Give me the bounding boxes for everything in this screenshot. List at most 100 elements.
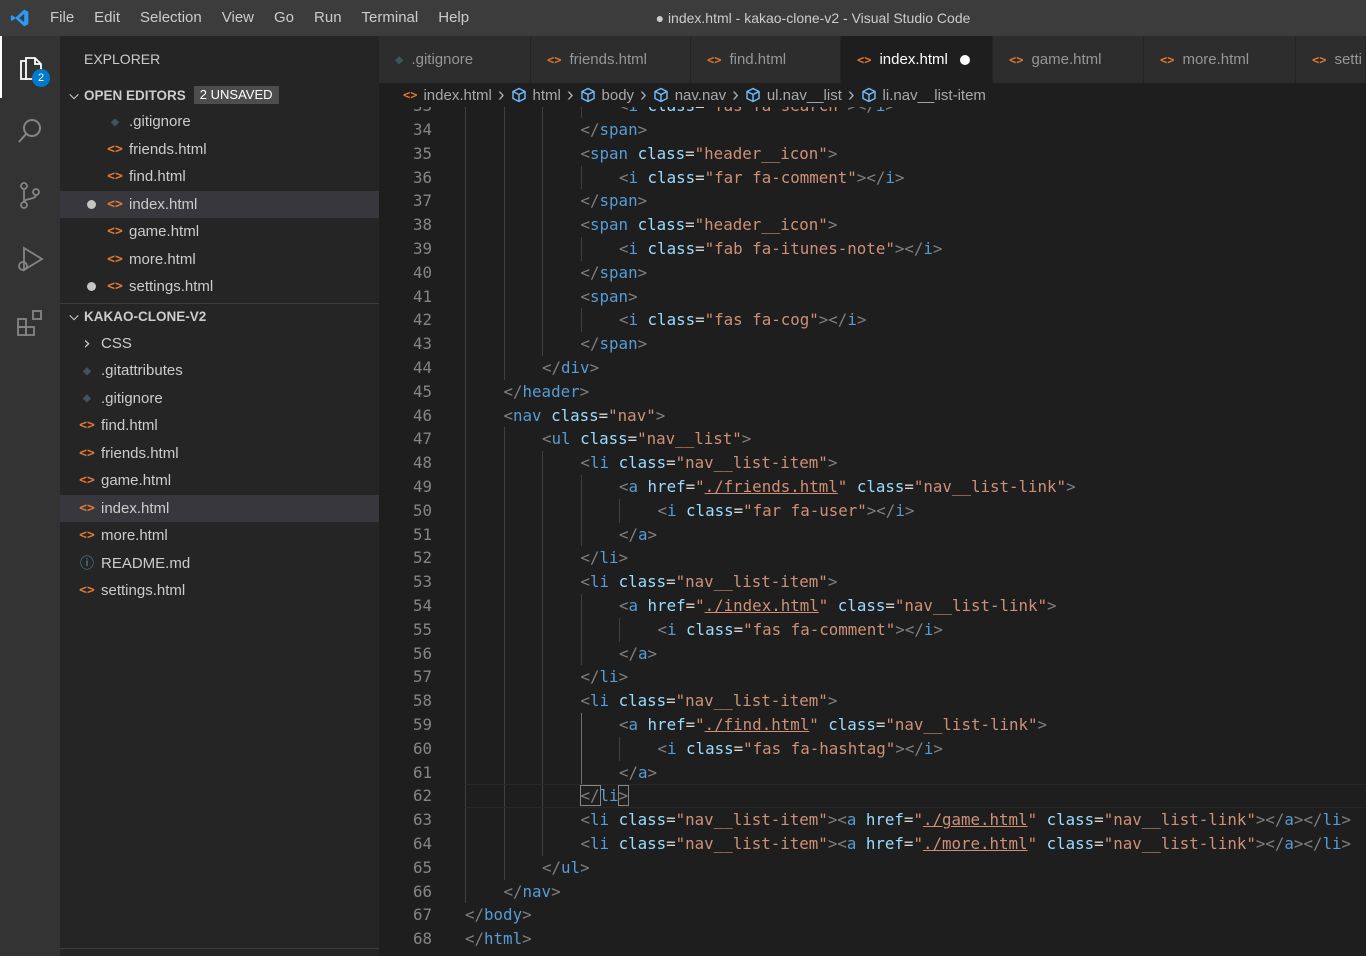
code-line[interactable]: 55 <i class="fas fa-comment"></i> bbox=[379, 618, 1366, 642]
menu-item-go[interactable]: Go bbox=[264, 0, 304, 36]
run-debug-icon[interactable] bbox=[0, 228, 60, 290]
vscode-logo-icon[interactable] bbox=[0, 0, 40, 36]
code-line[interactable]: 48 <li class="nav__list-item"> bbox=[379, 451, 1366, 475]
code-line[interactable]: 52 </li> bbox=[379, 546, 1366, 570]
open-editor-item[interactable]: <> settings.html bbox=[60, 273, 379, 301]
menu-item-run[interactable]: Run bbox=[304, 0, 352, 36]
project-header[interactable]: ⌵ KAKAO-CLONE-V2 bbox=[60, 304, 379, 330]
menu-item-file[interactable]: File bbox=[40, 0, 84, 36]
breadcrumb-item[interactable]: html › bbox=[511, 84, 580, 107]
search-icon[interactable] bbox=[0, 100, 60, 162]
tab--gitignore[interactable]: ◆ .gitignore bbox=[379, 36, 531, 83]
breadcrumb-item[interactable]: <> index.html › bbox=[403, 84, 511, 107]
code-line[interactable]: 65 </ul> bbox=[379, 856, 1366, 880]
menu-item-help[interactable]: Help bbox=[428, 0, 479, 36]
tab-game-html[interactable]: <> game.html bbox=[993, 36, 1144, 83]
code-line[interactable]: 61 </a> bbox=[379, 761, 1366, 785]
open-editor-item[interactable]: <> index.html bbox=[60, 190, 379, 218]
file-item[interactable]: <> game.html bbox=[60, 467, 379, 495]
breadcrumb-label: index.html bbox=[423, 86, 492, 104]
code-line[interactable]: 58 <li class="nav__list-item"> bbox=[379, 689, 1366, 713]
open-editor-item[interactable]: <> friends.html bbox=[60, 136, 379, 164]
tab-index-html[interactable]: <> index.html bbox=[841, 36, 993, 83]
code-line[interactable]: 36 <i class="far fa-comment"></i> bbox=[379, 166, 1366, 190]
breadcrumb-item[interactable]: ul.nav__list › bbox=[745, 84, 861, 107]
open-editor-item[interactable]: ◆ .gitignore bbox=[60, 108, 379, 136]
code-line[interactable]: 45 </header> bbox=[379, 380, 1366, 404]
code-line[interactable]: 51 </a> bbox=[379, 523, 1366, 547]
file-item[interactable]: <> settings.html bbox=[60, 577, 379, 605]
unsaved-dot-icon bbox=[87, 199, 96, 209]
code-line[interactable]: 37 </span> bbox=[379, 189, 1366, 213]
code-line[interactable]: 50 <i class="far fa-user"></i> bbox=[379, 499, 1366, 523]
chevron-right-icon: › bbox=[640, 83, 647, 106]
open-editors-header[interactable]: ⌵ OPEN EDITORS 2 UNSAVED bbox=[60, 82, 379, 108]
folder-item[interactable]: › CSS bbox=[60, 330, 379, 358]
open-editor-item[interactable]: <> game.html bbox=[60, 218, 379, 246]
code-line[interactable]: 41 <span> bbox=[379, 285, 1366, 309]
menu-item-terminal[interactable]: Terminal bbox=[352, 0, 429, 36]
source-control-icon[interactable] bbox=[0, 164, 60, 226]
line-number: 39 bbox=[412, 239, 432, 258]
code-line[interactable]: 39 <i class="fab fa-itunes-note"></i> bbox=[379, 237, 1366, 261]
code-line[interactable]: 54 <a href="./index.html" class="nav__lis… bbox=[379, 594, 1366, 618]
file-item[interactable]: ◆ .gitignore bbox=[60, 385, 379, 413]
code-line[interactable]: 40 </span> bbox=[379, 261, 1366, 285]
file-item[interactable]: ◆ .gitattributes bbox=[60, 357, 379, 385]
tab-find-html[interactable]: <> find.html bbox=[691, 36, 841, 83]
file-name: index.html bbox=[101, 499, 170, 517]
line-number: 65 bbox=[412, 857, 432, 877]
menu-item-edit[interactable]: Edit bbox=[84, 0, 130, 36]
tab-setti[interactable]: <> setti bbox=[1296, 36, 1366, 83]
breadcrumb-item[interactable]: body › bbox=[580, 84, 653, 107]
code-line[interactable]: 34 </span> bbox=[379, 118, 1366, 142]
file-item[interactable]: <> friends.html bbox=[60, 440, 379, 468]
line-number: 60 bbox=[412, 738, 432, 758]
file-item[interactable]: <> more.html bbox=[60, 522, 379, 550]
breadcrumb-item[interactable]: nav.nav › bbox=[653, 84, 745, 107]
code-text: </li> bbox=[580, 667, 629, 687]
menu-item-view[interactable]: View bbox=[212, 0, 264, 36]
file-item[interactable]: ⓘ README.md bbox=[60, 550, 379, 578]
tab-more-html[interactable]: <> more.html bbox=[1144, 36, 1296, 83]
project-file-list: › CSS ◆ .gitattributes ◆ .gitignore <> find.htm… bbox=[60, 330, 379, 605]
code-editor[interactable]: 33 <i class="fas fa-search"></i> 34 </span>… bbox=[379, 107, 1366, 956]
code-line[interactable]: 53 <li class="nav__list-item"> bbox=[379, 570, 1366, 594]
code-line[interactable]: 43 </span> bbox=[379, 332, 1366, 356]
line-number: 53 bbox=[412, 572, 432, 592]
code-line[interactable]: 38 <span class="header__icon"> bbox=[379, 213, 1366, 237]
file-name: settings.html bbox=[101, 582, 186, 600]
explorer-icon[interactable]: 2 bbox=[0, 36, 60, 98]
code-line[interactable]: 57 </li> bbox=[379, 665, 1366, 689]
code-line[interactable]: 59 <a href="./find.html" class="nav__list… bbox=[379, 713, 1366, 737]
code-line[interactable]: 64 <li class="nav__list-item"><a href="./… bbox=[379, 832, 1366, 856]
code-line[interactable]: 46 <nav class="nav"> bbox=[379, 404, 1366, 428]
code-line[interactable]: 62 </li> bbox=[379, 784, 1366, 808]
code-line[interactable]: 56 </a> bbox=[379, 642, 1366, 666]
code-text: </span> bbox=[580, 262, 648, 282]
code-line[interactable]: 60 <i class="fas fa-hashtag"></i> bbox=[379, 737, 1366, 761]
code-line[interactable]: 42 <i class="fas fa-cog"></i> bbox=[379, 308, 1366, 332]
open-editors-label: OPEN EDITORS bbox=[84, 87, 186, 103]
menu-item-selection[interactable]: Selection bbox=[130, 0, 212, 36]
code-line[interactable]: 33 <i class="fas fa-search"></i> bbox=[379, 107, 1366, 118]
activity-bar: 2 bbox=[0, 36, 60, 956]
code-line[interactable]: 35 <span class="header__icon"> bbox=[379, 142, 1366, 166]
open-editor-item[interactable]: <> more.html bbox=[60, 246, 379, 274]
code-text: </body> bbox=[465, 905, 532, 925]
file-item[interactable]: <> find.html bbox=[60, 412, 379, 440]
breadcrumb-item[interactable]: li.nav__list-item bbox=[861, 87, 986, 104]
sidebar-title: EXPLORER bbox=[84, 51, 161, 67]
open-editor-item[interactable]: <> find.html bbox=[60, 163, 379, 191]
code-line[interactable]: 63 <li class="nav__list-item"><a href="./… bbox=[379, 808, 1366, 832]
code-line[interactable]: 44 </div> bbox=[379, 356, 1366, 380]
code-line[interactable]: 49 <a href="./friends.html" class="nav__l… bbox=[379, 475, 1366, 499]
code-line[interactable]: 66 </nav> bbox=[379, 880, 1366, 904]
file-item[interactable]: <> index.html bbox=[60, 494, 379, 522]
code-line[interactable]: 68 </html> bbox=[379, 927, 1366, 951]
code-line[interactable]: 67 </body> bbox=[379, 903, 1366, 927]
code-text: </span> bbox=[580, 334, 648, 354]
tab-friends-html[interactable]: <> friends.html bbox=[531, 36, 691, 83]
extensions-icon[interactable] bbox=[0, 292, 60, 354]
code-line[interactable]: 47 <ul class="nav__list"> bbox=[379, 427, 1366, 451]
